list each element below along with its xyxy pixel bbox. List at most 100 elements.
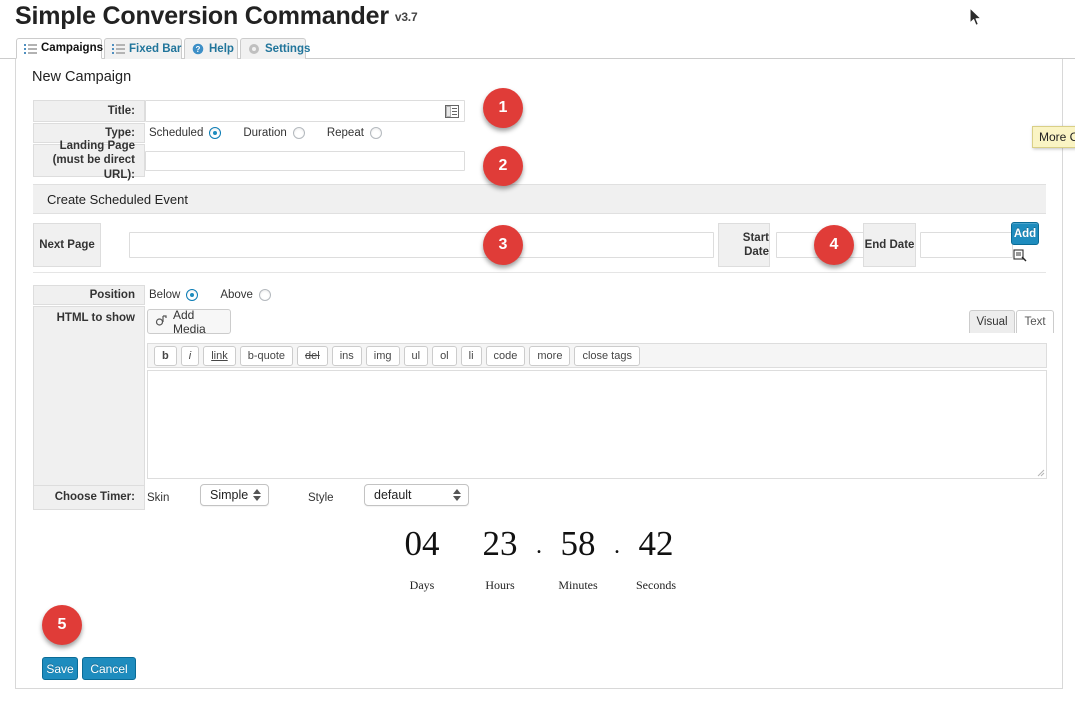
quicktag-b[interactable]: b bbox=[154, 345, 177, 366]
radio-option-above[interactable]: Above bbox=[220, 289, 271, 301]
stepper-arrows-icon bbox=[253, 489, 261, 501]
app-version: v3.7 bbox=[394, 10, 418, 24]
quicktag-i[interactable]: i bbox=[180, 345, 200, 366]
tab-text-editor[interactable]: Text bbox=[1016, 310, 1054, 333]
calendar-picker-icon[interactable] bbox=[1013, 248, 1027, 267]
cancel-button[interactable]: Cancel bbox=[82, 657, 136, 680]
tab-fixed-bar[interactable]: Fixed Bar bbox=[104, 38, 182, 59]
radio-button[interactable] bbox=[369, 127, 382, 139]
svg-text:?: ? bbox=[196, 45, 201, 54]
style-label: Style bbox=[308, 492, 334, 504]
countdown-hours-value: 23 bbox=[482, 524, 518, 563]
radio-button[interactable] bbox=[209, 127, 222, 139]
quicktag-code[interactable]: code bbox=[485, 345, 526, 366]
countdown-days-label: Days bbox=[409, 578, 435, 592]
skin-select[interactable]: Simple bbox=[200, 484, 269, 506]
countdown-separator: . bbox=[614, 533, 620, 559]
divider bbox=[33, 272, 1046, 273]
callout-badge-5: 5 bbox=[42, 605, 82, 645]
radio-label: Scheduled bbox=[149, 127, 204, 139]
style-select-value: default bbox=[374, 488, 412, 502]
app-title-text: Simple Conversion Commander bbox=[15, 2, 389, 30]
start-date-label: Start Date bbox=[718, 223, 770, 267]
quicktag-more[interactable]: more bbox=[529, 345, 571, 366]
gear-icon bbox=[248, 43, 261, 55]
add-media-label: Add Media bbox=[173, 307, 206, 336]
quicktag-li[interactable]: li bbox=[460, 345, 482, 366]
countdown-digits-row: 04 23 . 58 . 42 bbox=[16, 524, 1062, 564]
radio-label: Above bbox=[220, 289, 253, 301]
countdown-seconds-label: Seconds bbox=[636, 578, 676, 592]
resize-handle[interactable] bbox=[1035, 467, 1045, 477]
tab-bar: Campaigns Fixed Bar ? Help Settings bbox=[0, 38, 1075, 59]
quicktag-link[interactable]: link bbox=[203, 345, 236, 366]
next-page-input[interactable] bbox=[129, 232, 714, 258]
html-to-show-label: HTML to show bbox=[33, 306, 145, 499]
radio-label: Below bbox=[149, 289, 181, 301]
skin-label: Skin bbox=[147, 492, 170, 504]
radio-button[interactable] bbox=[258, 289, 271, 301]
app-screenshot: Simple Conversion Commander v3.7 Campaign… bbox=[0, 0, 1075, 702]
quicktag-img[interactable]: img bbox=[365, 345, 400, 366]
list-icon bbox=[112, 43, 125, 55]
radio-button[interactable] bbox=[292, 127, 305, 139]
address-book-icon[interactable] bbox=[445, 105, 459, 121]
end-date-label: End Date bbox=[863, 223, 916, 267]
countdown-labels-row: Days Hours Minutes Seconds bbox=[16, 578, 1062, 593]
tab-settings[interactable]: Settings bbox=[240, 38, 310, 59]
style-select[interactable]: default bbox=[364, 484, 469, 506]
tab-help[interactable]: ? Help bbox=[184, 38, 238, 59]
countdown-minutes-label: Minutes bbox=[558, 578, 598, 592]
more-options-tooltip: More C bbox=[1032, 126, 1075, 148]
quicktag-ins[interactable]: ins bbox=[331, 345, 362, 366]
choose-timer-label: Choose Timer: bbox=[33, 485, 145, 510]
next-page-label: Next Page bbox=[33, 223, 101, 267]
landing-page-label-line2: (must be direct URL): bbox=[52, 154, 135, 181]
callout-badge-1: 1 bbox=[483, 88, 523, 128]
callout-badge-3: 3 bbox=[483, 225, 523, 265]
add-button[interactable]: Add bbox=[1011, 222, 1039, 245]
countdown-hours-label: Hours bbox=[485, 578, 515, 592]
landing-page-label-line1: Landing Page bbox=[59, 139, 135, 152]
tab-label: Settings bbox=[265, 42, 311, 55]
quicktag-del[interactable]: del bbox=[297, 345, 328, 366]
skin-select-value: Simple bbox=[210, 488, 249, 502]
help-icon: ? bbox=[192, 43, 205, 55]
callout-badge-4: 4 bbox=[814, 225, 854, 265]
tab-label: Fixed Bar bbox=[129, 42, 182, 55]
radio-option-duration[interactable]: Duration bbox=[243, 127, 305, 139]
radio-label: Duration bbox=[243, 127, 287, 139]
quicktag-b-quote[interactable]: b-quote bbox=[239, 345, 294, 366]
position-label: Position bbox=[33, 285, 145, 305]
countdown-timer-preview: 04 23 . 58 . 42 Days Hours Minutes Secon… bbox=[16, 524, 1062, 593]
radio-option-repeat[interactable]: Repeat bbox=[327, 127, 382, 139]
media-icon bbox=[155, 314, 168, 330]
title-field-label: Title: bbox=[33, 100, 145, 122]
radio-option-scheduled[interactable]: Scheduled bbox=[149, 127, 222, 139]
editor-quicktag-toolbar: b i link b-quote del ins img ul ol li co… bbox=[147, 343, 1047, 368]
create-scheduled-event-band: Create Scheduled Event bbox=[33, 184, 1046, 214]
quicktag-ol[interactable]: ol bbox=[432, 345, 457, 366]
type-radio-group: Scheduled Duration Repeat bbox=[149, 123, 404, 143]
add-media-button[interactable]: Add Media bbox=[147, 307, 231, 336]
save-button[interactable]: Save bbox=[42, 657, 78, 680]
radio-label: Repeat bbox=[326, 127, 364, 139]
position-radio-group: Below Above bbox=[149, 285, 293, 305]
tab-label: Campaigns bbox=[41, 42, 103, 54]
stepper-arrows-icon bbox=[453, 489, 461, 501]
quicktag-close-tags[interactable]: close tags bbox=[574, 345, 640, 366]
tab-visual-editor[interactable]: Visual bbox=[969, 310, 1015, 333]
band-title: Create Scheduled Event bbox=[47, 191, 188, 207]
tab-campaigns[interactable]: Campaigns bbox=[16, 38, 103, 59]
end-date-input[interactable] bbox=[920, 232, 1013, 258]
callout-badge-2: 2 bbox=[483, 146, 523, 186]
landing-page-input[interactable] bbox=[145, 151, 465, 171]
quicktag-ul[interactable]: ul bbox=[403, 345, 429, 366]
radio-button[interactable] bbox=[186, 289, 199, 301]
html-content-textarea[interactable] bbox=[147, 370, 1047, 479]
app-header: Simple Conversion Commander v3.7 bbox=[0, 0, 1075, 38]
campaign-panel: New Campaign Title: Type: Scheduled Dura… bbox=[15, 59, 1063, 689]
countdown-seconds-value: 42 bbox=[638, 524, 674, 563]
title-input[interactable] bbox=[145, 100, 465, 122]
radio-option-below[interactable]: Below bbox=[149, 289, 199, 301]
